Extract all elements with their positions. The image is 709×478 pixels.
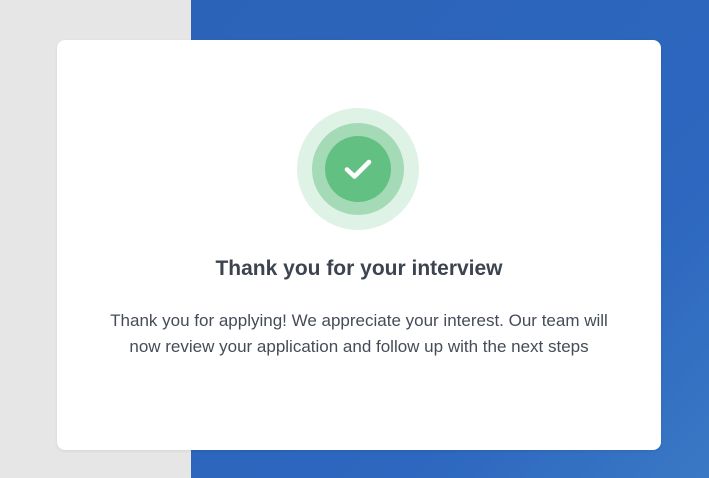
success-badge — [297, 108, 419, 230]
confirmation-card: Thank you for your interview Thank you f… — [57, 40, 661, 450]
success-badge-inner-circle — [325, 136, 391, 202]
confirmation-title: Thank you for your interview — [215, 257, 503, 280]
page-background: Thank you for your interview Thank you f… — [0, 0, 709, 478]
confirmation-message: Thank you for applying! We appreciate yo… — [110, 311, 608, 356]
checkmark-icon — [344, 159, 372, 179]
